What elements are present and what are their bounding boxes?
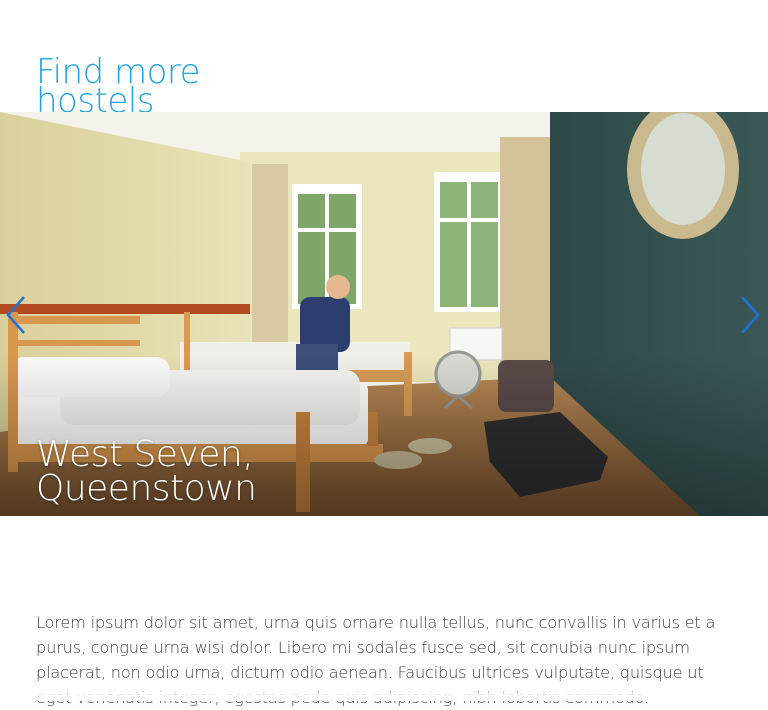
hostel-carousel[interactable]: West Seven, Queenstown (0, 112, 768, 516)
chevron-left-icon (6, 296, 25, 334)
carousel-next-button[interactable] (734, 293, 764, 337)
carousel-prev-button[interactable] (2, 293, 32, 337)
hostel-name-line1: West Seven, (36, 434, 254, 475)
text-fade-overlay (0, 686, 768, 701)
hostel-name-caption[interactable]: West Seven, Queenstown (36, 434, 257, 509)
chevron-right-icon (741, 296, 760, 334)
section-title: Find more hostels (36, 52, 201, 121)
hostel-name-line2: Queenstown (36, 468, 257, 509)
